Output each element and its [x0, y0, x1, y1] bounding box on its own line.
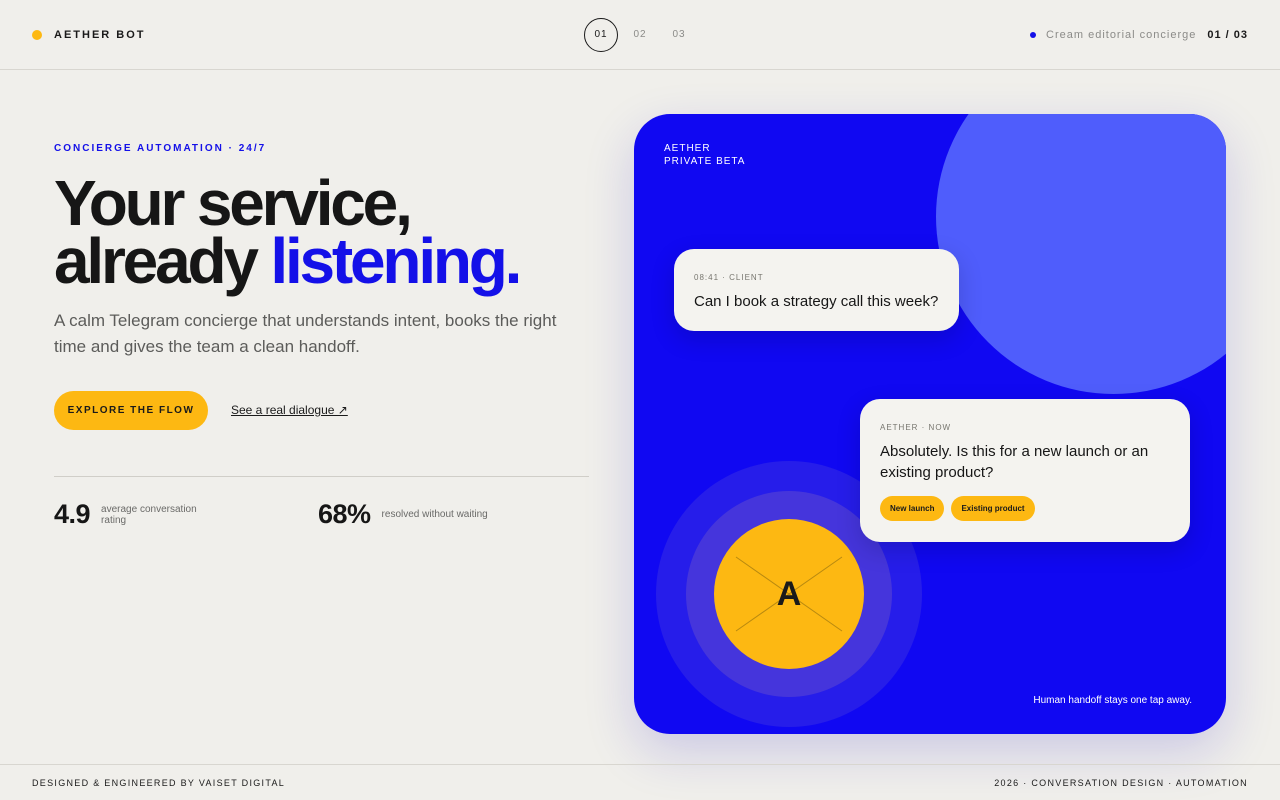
stats-divider	[54, 476, 589, 477]
message-meta: AETHER · NOW	[880, 423, 952, 432]
quick-replies: New launch Existing product	[880, 496, 1170, 521]
brand-name: AETHER BOT	[54, 29, 146, 41]
headline-accent: listening.	[270, 225, 522, 297]
top-bar: AETHER BOT 01 02 03 Cream editorial conc…	[0, 0, 1280, 70]
stat-label: average conversation rating	[101, 503, 197, 526]
chip-existing-product[interactable]: Existing product	[951, 496, 1035, 521]
footer-meta: 2026 · CONVERSATION DESIGN · AUTOMATION	[994, 778, 1248, 788]
avatar-letter: A	[776, 575, 802, 613]
brand-dot-icon	[32, 30, 42, 40]
bot-avatar: A	[714, 519, 864, 669]
message-text: Absolutely. Is this for a new launch or …	[880, 443, 1149, 481]
handoff-note: Human handoff stays one tap away.	[1033, 695, 1192, 706]
brand[interactable]: AETHER BOT	[32, 29, 146, 41]
slide-counter: 01 / 03	[1207, 29, 1248, 41]
step-03[interactable]: 03	[662, 18, 696, 52]
stat-value: 4.9	[54, 499, 91, 529]
real-dialogue-link[interactable]: See a real dialogue ↗	[231, 403, 348, 417]
explore-flow-button[interactable]: EXPLORE THE FLOW	[54, 391, 208, 430]
message-meta: 08:41 · CLIENT	[694, 273, 764, 282]
hero-eyebrow: CONCIERGE AUTOMATION · 24/7	[54, 143, 267, 154]
decorative-circle	[936, 114, 1226, 394]
bot-message-bubble: AETHER · NOW Absolutely. Is this for a n…	[860, 399, 1190, 542]
stat-rating: 4.9 average conversation rating	[54, 499, 211, 530]
step-indicator: 01 02 03	[584, 18, 701, 52]
footer-credit: DESIGNED & ENGINEERED BY VAISET DIGITAL	[32, 778, 286, 788]
step-02[interactable]: 02	[623, 18, 657, 52]
card-tag: AETHER PRIVATE BETA	[664, 142, 745, 168]
card-tag-line-2: PRIVATE BETA	[664, 156, 746, 167]
stat-value: 68%	[318, 499, 371, 529]
headline-line-2: already	[54, 225, 259, 297]
card-tag-line-1: AETHER	[664, 143, 711, 154]
step-01[interactable]: 01	[584, 18, 618, 52]
footer: DESIGNED & ENGINEERED BY VAISET DIGITAL …	[0, 764, 1280, 800]
hero-subtext: A calm Telegram concierge that understan…	[54, 311, 557, 356]
header-tagline: Cream editorial concierge	[1046, 29, 1197, 41]
message-text: Can I book a strategy call this week?	[694, 293, 939, 310]
client-message-bubble: 08:41 · CLIENT Can I book a strategy cal…	[674, 249, 959, 331]
status-dot-icon	[1030, 32, 1037, 38]
stat-label: resolved without waiting	[381, 509, 488, 520]
header-meta: Cream editorial concierge 01 / 03	[1030, 29, 1248, 41]
hero-headline: Your service, already listening.	[54, 171, 614, 293]
stat-resolved: 68% resolved without waiting	[318, 499, 488, 530]
showcase-card: AETHER PRIVATE BETA A 08:41 · CLIENT Can…	[634, 114, 1226, 734]
chip-new-launch[interactable]: New launch	[880, 496, 945, 521]
